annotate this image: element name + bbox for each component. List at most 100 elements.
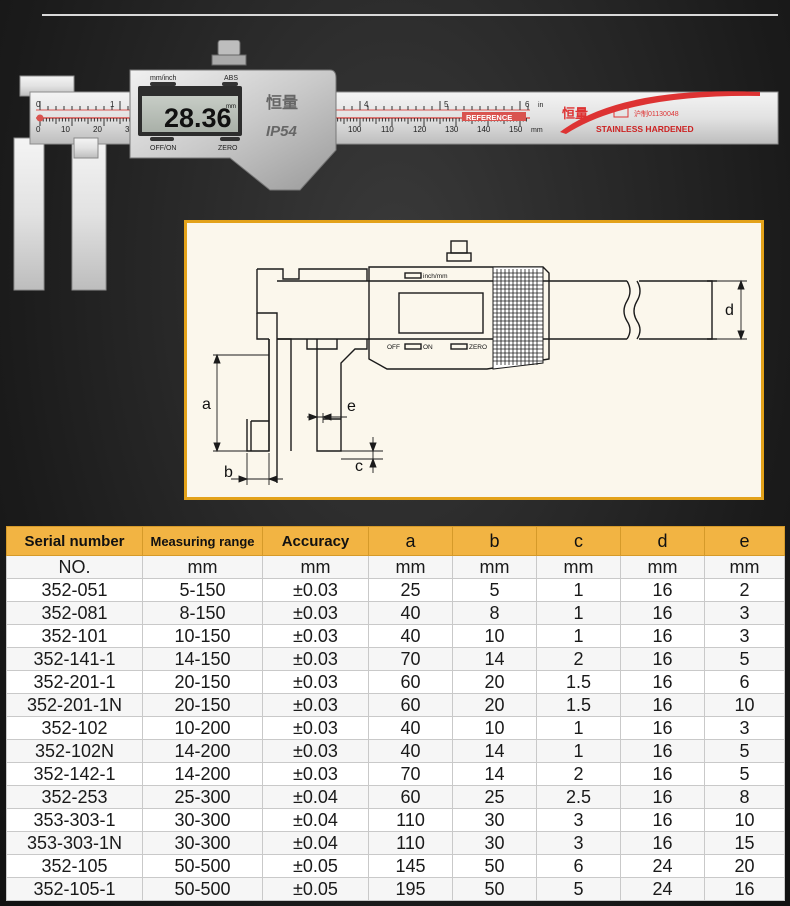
table-cell: ±0.03 (262, 739, 369, 763)
brand-logo-text: 恒量 (562, 106, 588, 121)
table-cell: 3 (704, 624, 785, 648)
table-cell: ±0.03 (262, 601, 369, 625)
table-row: 352-081 8-150 ±0.03 40 8 1 16 3 (6, 601, 785, 625)
header-e: e (704, 526, 785, 556)
table-cell: 15 (704, 831, 785, 855)
table-cell: 40 (368, 739, 453, 763)
table-cell: mm (452, 555, 537, 579)
inch-tick-6: 6 (525, 100, 530, 109)
table-cell: 3 (536, 831, 621, 855)
mm-tick-20: 20 (93, 125, 102, 134)
table-row: 352-141-1 14-150 ±0.03 70 14 2 16 5 (6, 647, 785, 671)
table-cell: 352-141-1 (6, 647, 143, 671)
abs-button[interactable] (222, 82, 238, 86)
table-cell: 16 (620, 762, 705, 786)
table-cell: ±0.05 (262, 877, 369, 901)
table-row: 352-105 50-500 ±0.05 145 50 6 24 20 (6, 854, 785, 878)
table-cell: 14 (452, 647, 537, 671)
table-cell: 30-300 (142, 808, 263, 832)
thumb-roller[interactable] (217, 40, 241, 57)
table-cell: 25 (452, 785, 537, 809)
inch-tick-5: 5 (444, 100, 449, 109)
table-cell: 352-201-1N (6, 693, 143, 717)
body-brand-text: 恒量 (266, 93, 298, 112)
table-cell: 5 (704, 762, 785, 786)
table-cell: 14-200 (142, 739, 263, 763)
table-cell: ±0.04 (262, 808, 369, 832)
table-cell: mm (142, 555, 263, 579)
table-row: 352-102 10-200 ±0.03 40 10 1 16 3 (6, 716, 785, 740)
table-row: 352-201-1 20-150 ±0.03 60 20 1.5 16 6 (6, 670, 785, 694)
table-cell: 2 (536, 647, 621, 671)
mm-tick-120: 120 (413, 125, 427, 134)
table-row: 352-201-1N 20-150 ±0.03 60 20 1.5 16 10 (6, 693, 785, 717)
table-cell: 352-101 (6, 624, 143, 648)
header-a: a (368, 526, 453, 556)
table-cell: 10 (704, 693, 785, 717)
table-cell: 70 (368, 647, 453, 671)
lcd-reading: 28.36 (164, 103, 232, 133)
table-cell: ±0.05 (262, 854, 369, 878)
table-cell: mm (536, 555, 621, 579)
inch-tick-4: 4 (364, 100, 369, 109)
table-cell: 1.5 (536, 693, 621, 717)
dimension-drawing: inch/mm OFF ON ZERO a b c d e (202, 240, 747, 485)
table-cell: 352-105 (6, 854, 143, 878)
table-cell: 25-300 (142, 785, 263, 809)
table-cell: 16 (620, 785, 705, 809)
header-serial-number: Serial number (6, 526, 143, 556)
table-cell: ±0.03 (262, 624, 369, 648)
dim-d-label: d (725, 302, 734, 319)
table-cell: 1 (536, 624, 621, 648)
abs-button-label: ABS (224, 75, 238, 82)
off-on-button[interactable] (150, 137, 174, 141)
table-cell: ±0.03 (262, 693, 369, 717)
table-cell: 352-201-1 (6, 670, 143, 694)
drawing-inch-mm-label: inch/mm (423, 273, 448, 280)
drawing-on-label: ON (423, 344, 433, 351)
mm-inch-button-label: mm/inch (150, 75, 177, 82)
table-cell: 40 (368, 624, 453, 648)
header-b: b (452, 526, 537, 556)
table-cell: 195 (368, 877, 453, 901)
table-cell: 30-300 (142, 831, 263, 855)
zero-button[interactable] (220, 137, 240, 141)
dim-c-label: c (355, 458, 363, 475)
table-cell: 2 (536, 762, 621, 786)
dimension-drawing-panel: inch/mm OFF ON ZERO a b c d e (184, 220, 764, 500)
dim-e-label: e (347, 398, 356, 415)
table-header-row: Serial number Measuring range Accuracy a… (6, 526, 785, 556)
table-cell: 10 (704, 808, 785, 832)
stainless-hardened-label: STAINLESS HARDENED (596, 124, 694, 134)
mm-tick-3: 3 (125, 125, 130, 134)
table-cell: 50-500 (142, 877, 263, 901)
table-row: 352-051 5-150 ±0.03 25 5 1 16 2 (6, 578, 785, 602)
table-cell: 353-303-1N (6, 831, 143, 855)
table-cell: 352-142-1 (6, 762, 143, 786)
spec-table: Serial number Measuring range Accuracy a… (6, 526, 785, 901)
table-cell: ±0.04 (262, 831, 369, 855)
table-cell: NO. (6, 555, 143, 579)
table-cell: mm (368, 555, 453, 579)
table-cell: mm (262, 555, 369, 579)
header-accuracy: Accuracy (262, 526, 369, 556)
table-cell: 20 (452, 693, 537, 717)
mm-inch-button[interactable] (150, 82, 176, 86)
table-cell: 20 (704, 854, 785, 878)
table-cell: 16 (620, 670, 705, 694)
table-cell: 60 (368, 693, 453, 717)
header-c: c (536, 526, 621, 556)
lcd-unit: mm (226, 104, 236, 110)
mm-tick-100: 100 (348, 125, 362, 134)
table-cell: mm (620, 555, 705, 579)
table-cell: 6 (704, 670, 785, 694)
table-cell: 20 (452, 670, 537, 694)
table-cell: 8-150 (142, 601, 263, 625)
table-cell: mm (704, 555, 785, 579)
table-cell: 20-150 (142, 670, 263, 694)
ip-rating: IP54 (266, 123, 298, 140)
table-cell: 10-200 (142, 716, 263, 740)
scale-origin-dot (36, 114, 44, 122)
table-cell: 40 (368, 601, 453, 625)
table-cell: 1 (536, 739, 621, 763)
